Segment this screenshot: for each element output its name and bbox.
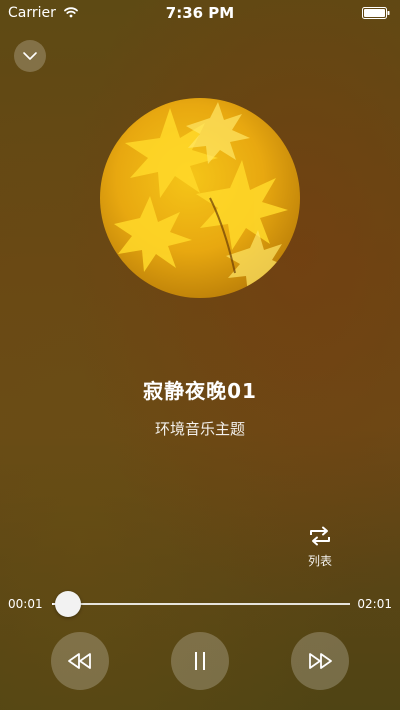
previous-button[interactable] <box>51 632 109 690</box>
song-subtitle: 环境音乐主题 <box>154 420 245 438</box>
rewind-icon <box>68 653 91 669</box>
collapse-button[interactable] <box>14 40 46 72</box>
pause-icon <box>195 652 205 670</box>
status-time: 7:36 PM <box>165 4 235 22</box>
maple-leaves-artwork <box>114 102 290 294</box>
status-bar: Carrier 7:36 PM <box>0 0 400 26</box>
total-time: 02:01 <box>357 597 392 611</box>
play-pause-button[interactable] <box>171 632 229 690</box>
next-button[interactable] <box>291 632 349 690</box>
progress-track[interactable] <box>52 603 350 605</box>
current-time: 00:01 <box>8 597 43 611</box>
repeat-icon <box>310 526 330 546</box>
album-art <box>100 98 300 298</box>
fast-forward-icon <box>309 653 332 669</box>
playlist-button[interactable]: 列表 <box>300 524 340 568</box>
battery-icon <box>362 7 390 19</box>
chevron-down-icon <box>23 52 37 60</box>
song-title: 寂静夜晚01 <box>143 379 257 403</box>
progress-thumb[interactable] <box>54 591 81 617</box>
playlist-label: 列表 <box>307 554 332 568</box>
